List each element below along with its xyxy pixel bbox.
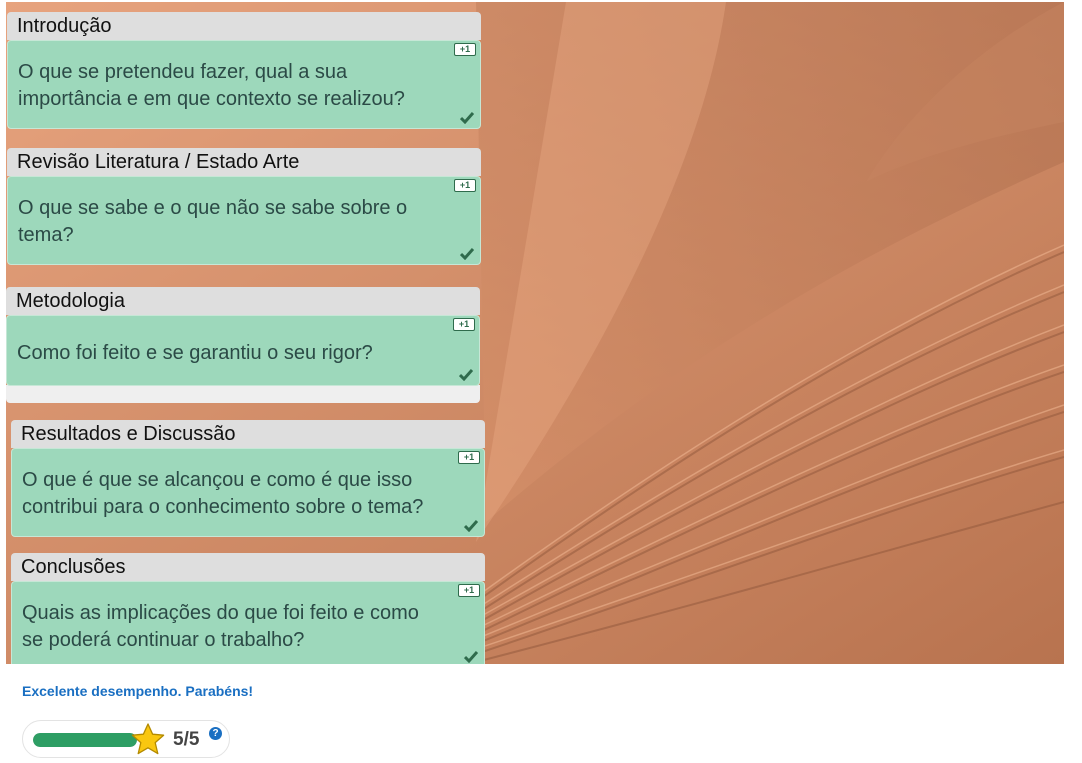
checkmark-icon [460,112,474,124]
section-footer-strip [6,385,480,403]
answer-card[interactable]: +1 Quais as implicações do que foi feito… [11,581,485,664]
score-widget: 5/5 ? [22,720,230,758]
checkmark-icon [460,248,474,260]
checkmark-icon [464,651,478,663]
answer-card[interactable]: +1 O que se pretendeu fazer, qual a sua … [7,40,481,129]
plus-one-icon: +1 [458,451,480,464]
score-text: 5/5 [173,729,200,750]
help-icon[interactable]: ? [209,727,222,740]
section-title: Introdução [7,12,481,40]
plus-one-icon: +1 [454,43,476,56]
plus-one-icon: +1 [454,179,476,192]
plus-one-icon: +1 [458,584,480,597]
section-introducao: Introdução +1 O que se pretendeu fazer, … [7,12,481,129]
answer-text: Quais as implicações do que foi feito e … [22,602,419,651]
answer-text: O que é que se alcançou e como é que iss… [22,469,424,518]
answer-card[interactable]: +1 O que é que se alcançou e como é que … [11,448,485,537]
progress-fill [33,733,137,747]
plus-one-icon: +1 [453,318,475,331]
section-title: Resultados e Discussão [11,420,485,448]
section-metodologia: Metodologia +1 Como foi feito e se garan… [6,287,480,386]
answer-text: Como foi feito e se garantiu o seu rigor… [17,342,373,364]
section-title: Conclusões [11,553,485,581]
section-title: Revisão Literatura / Estado Arte [7,148,481,176]
answer-text: O que se sabe e o que não se sabe sobre … [18,197,408,246]
answer-card[interactable]: +1 O que se sabe e o que não se sabe sob… [7,176,481,265]
section-conclusoes: Conclusões +1 Quais as implicações do qu… [11,553,485,664]
checkmark-icon [459,369,473,381]
star-icon [131,723,165,755]
answer-text: O que se pretendeu fazer, qual a sua imp… [18,61,405,110]
progress-bar [33,733,137,747]
section-title: Metodologia [6,287,480,315]
section-revisao-literatura: Revisão Literatura / Estado Arte +1 O qu… [7,148,481,265]
feedback-message: Excelente desempenho. Parabéns! [22,683,254,699]
checkmark-icon [464,520,478,532]
answer-card[interactable]: +1 Como foi feito e se garantiu o seu ri… [6,315,480,386]
section-resultados-discussao: Resultados e Discussão +1 O que é que se… [11,420,485,537]
